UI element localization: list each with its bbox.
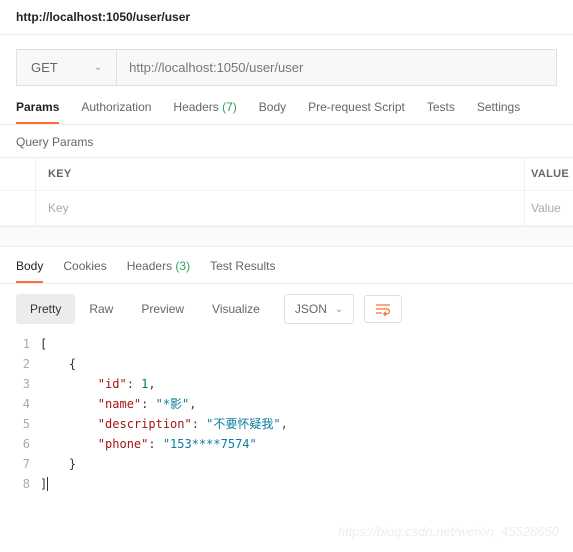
tab-authorization[interactable]: Authorization [81,100,151,124]
section-divider [0,227,573,247]
code-line: ] [40,477,48,491]
method-select[interactable]: GET ⌄ [17,50,117,85]
request-tabs: Params Authorization Headers (7) Body Pr… [0,86,573,125]
view-toolbar: Pretty Raw Preview Visualize JSON ⌄ [0,284,573,334]
view-raw[interactable]: Raw [75,294,127,324]
tab-headers-label: Headers [173,100,218,114]
query-params-label: Query Params [0,125,573,157]
query-params-table: KEY VALUE Key Value [0,157,573,227]
code-line: [ [40,334,47,354]
resp-tab-testresults[interactable]: Test Results [210,259,275,283]
tab-body[interactable]: Body [259,100,286,124]
resp-tab-headers[interactable]: Headers (3) [127,259,190,283]
url-input[interactable]: http://localhost:1050/user/user [117,50,556,85]
chevron-down-icon: ⌄ [94,62,102,73]
tab-settings[interactable]: Settings [477,100,520,124]
tab-headers-count: (7) [222,100,237,114]
response-tabs: Body Cookies Headers (3) Test Results [0,247,573,284]
request-title: http://localhost:1050/user/user [0,0,573,35]
resp-tab-body[interactable]: Body [16,259,43,283]
row-checkbox[interactable] [0,191,36,225]
resp-tab-headers-count: (3) [175,259,190,273]
view-visualize[interactable]: Visualize [198,294,274,324]
resp-tab-headers-label: Headers [127,259,172,273]
value-input[interactable]: Value [525,191,573,225]
request-row: GET ⌄ http://localhost:1050/user/user [16,49,557,86]
col-value: VALUE [525,158,573,190]
tab-prerequest[interactable]: Pre-request Script [308,100,405,124]
response-body[interactable]: 1[ 2 { 3 "id": 1, 4 "name": "*影", 5 "des… [0,334,573,508]
format-label: JSON [295,302,327,316]
method-label: GET [31,60,58,75]
table-row: Key Value [0,191,573,226]
tab-tests[interactable]: Tests [427,100,455,124]
checkbox-col [0,158,36,190]
wrap-lines-button[interactable] [364,295,402,323]
tab-params[interactable]: Params [16,100,59,124]
view-preview[interactable]: Preview [127,294,198,324]
view-pretty[interactable]: Pretty [16,294,75,324]
chevron-down-icon: ⌄ [335,304,343,315]
format-select[interactable]: JSON ⌄ [284,294,354,324]
key-input[interactable]: Key [36,191,525,225]
watermark: https://blog.csdn.net/weixin_45528650 [338,524,559,539]
tab-headers[interactable]: Headers (7) [173,100,236,124]
wrap-icon [375,302,391,316]
col-key: KEY [36,158,525,190]
resp-tab-cookies[interactable]: Cookies [63,259,106,283]
table-header: KEY VALUE [0,158,573,191]
